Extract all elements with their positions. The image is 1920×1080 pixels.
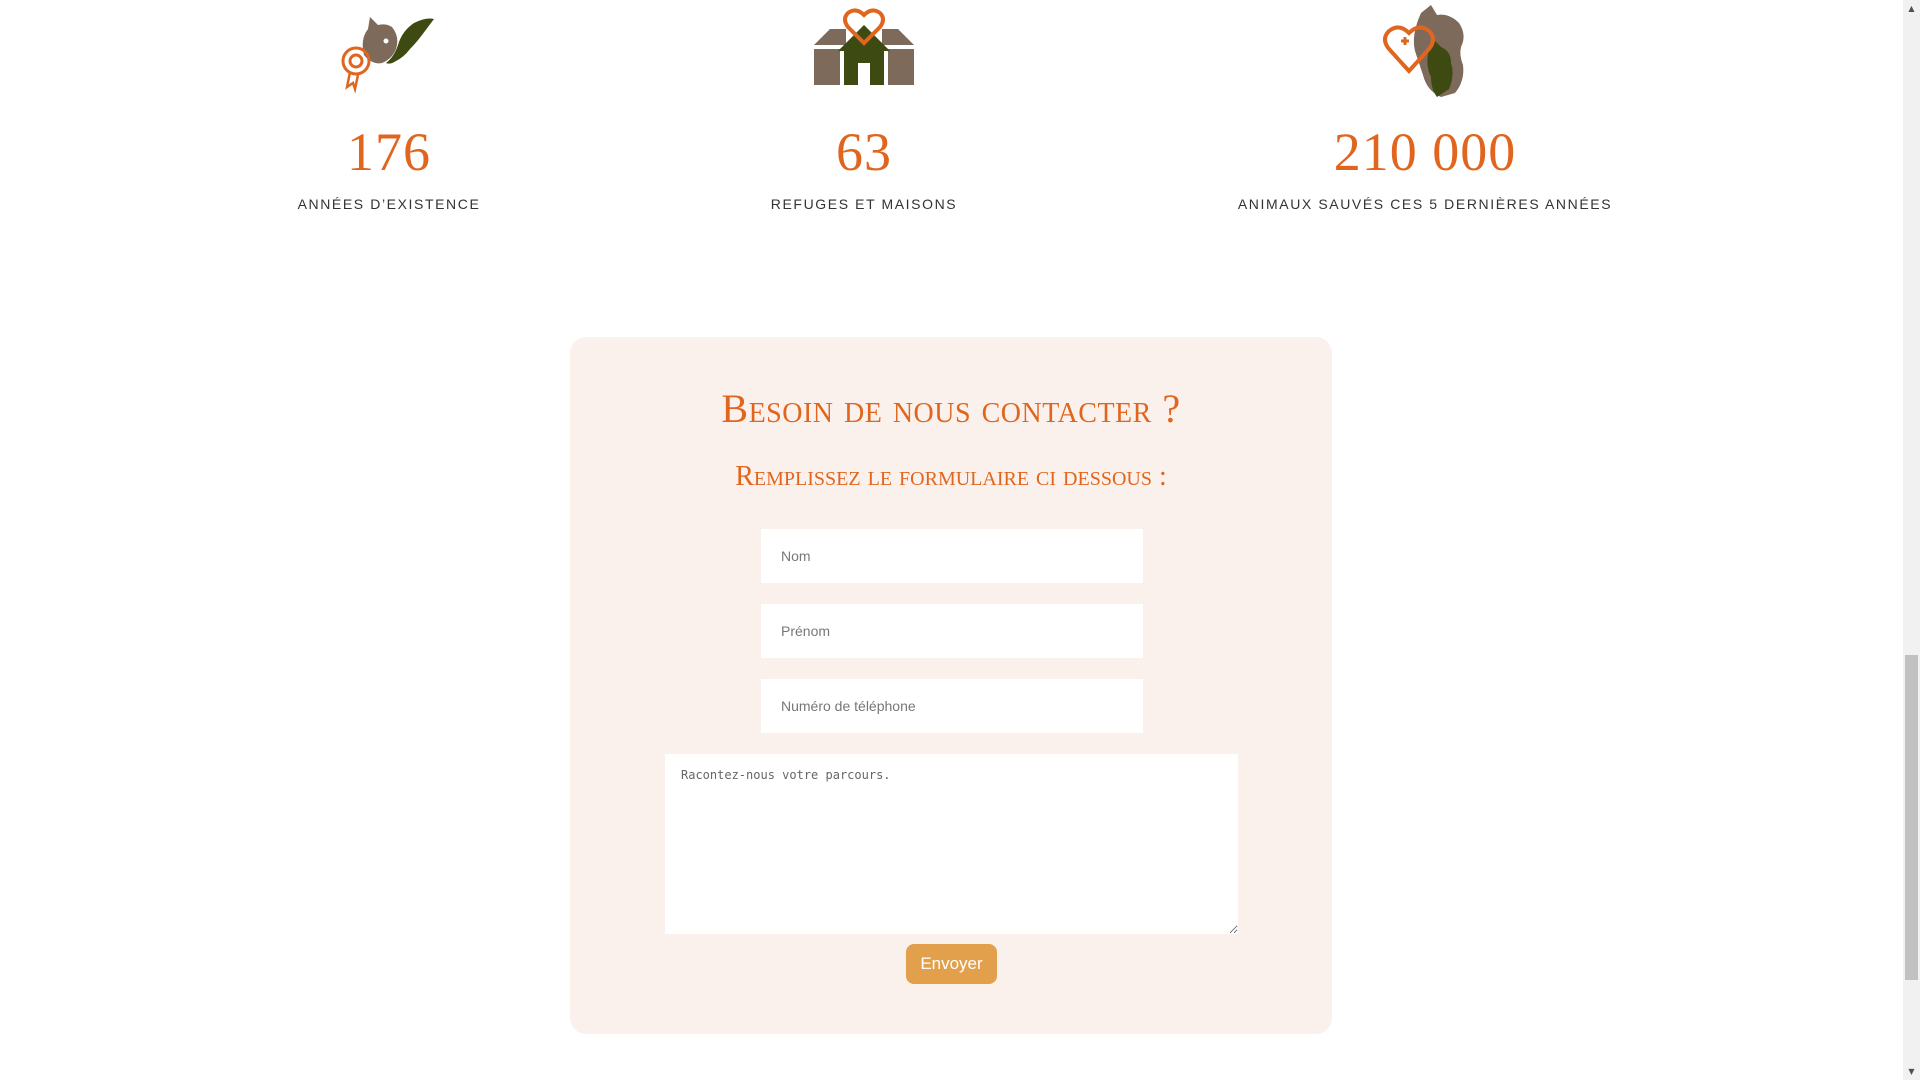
- stat-label: REFUGES ET MAISONS: [770, 196, 958, 212]
- prenom-input[interactable]: [761, 604, 1143, 658]
- stat-label: ANNÉES D’EXISTENCE: [297, 196, 481, 212]
- stat-label: ANIMAUX SAUVÉS CES 5 DERNIÈRES ANNÉES: [1237, 196, 1613, 212]
- shelter-houses-heart-icon: [812, 5, 916, 90]
- contact-card: Besoin de nous contacter ? Remplissez le…: [570, 337, 1332, 1034]
- vertical-scrollbar[interactable]: ▲ ▼: [1903, 0, 1920, 1080]
- stat-value: 210 000: [1333, 122, 1517, 182]
- cat-award-hand-icon: [334, 5, 444, 100]
- pets-health-heart-icon: [1375, 5, 1475, 106]
- scroll-down-arrow-icon[interactable]: ▼: [1903, 1063, 1920, 1080]
- message-textarea[interactable]: [665, 754, 1238, 934]
- contact-title: Besoin de nous contacter ?: [721, 386, 1181, 431]
- nom-input[interactable]: [761, 529, 1143, 583]
- scrollbar-thumb[interactable]: [1905, 655, 1918, 980]
- telephone-input[interactable]: [761, 679, 1143, 733]
- envoyer-button[interactable]: Envoyer: [906, 944, 997, 984]
- stat-value: 176: [347, 122, 431, 182]
- stat-value: 63: [836, 122, 892, 182]
- contact-subtitle: Remplissez le formulaire ci dessous :: [735, 461, 1167, 492]
- page: 176 ANNÉES D’EXISTENCE 63 REFUGES ET MAI…: [0, 0, 1920, 1080]
- scroll-up-arrow-icon[interactable]: ▲: [1903, 0, 1920, 17]
